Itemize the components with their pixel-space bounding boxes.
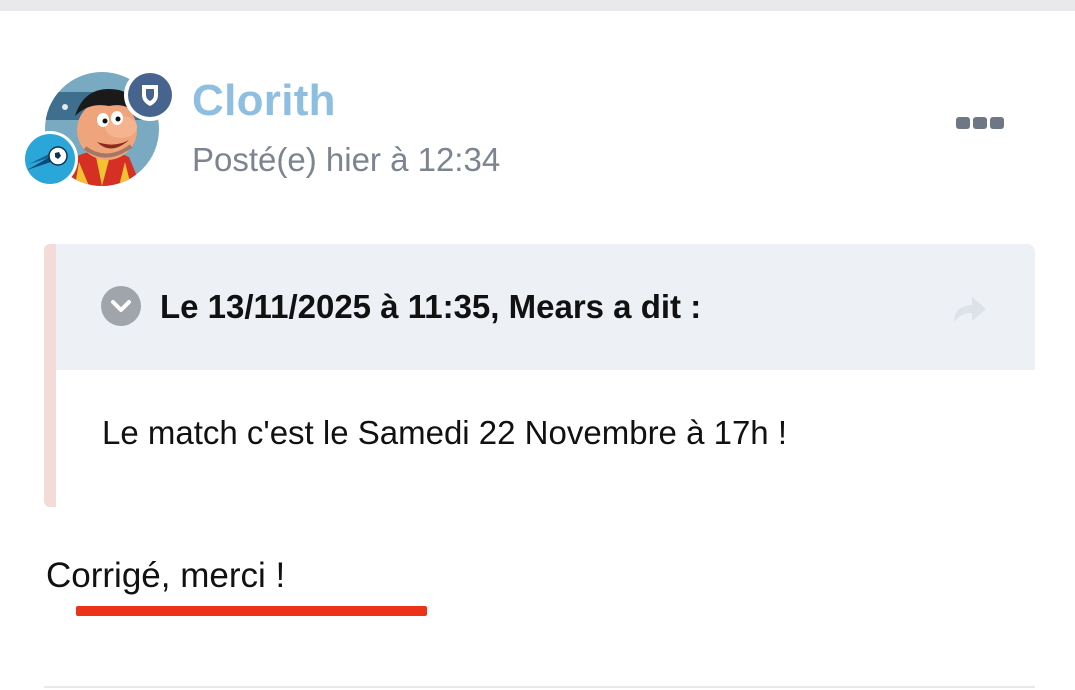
quote-border bbox=[44, 244, 56, 507]
moderator-badge bbox=[124, 69, 176, 121]
shield-icon bbox=[142, 85, 158, 106]
red-underline-annotation bbox=[76, 606, 427, 616]
quote-share-button[interactable] bbox=[948, 290, 990, 326]
quote-header: Le 13/11/2025 à 11:35, Mears a dit : bbox=[56, 244, 1035, 370]
post-divider bbox=[44, 686, 1035, 688]
post-timestamp[interactable]: Posté(e) hier à 12:34 bbox=[192, 141, 500, 179]
chevron-down-icon bbox=[111, 300, 131, 312]
author-username[interactable]: Clorith bbox=[192, 76, 336, 126]
post-reply-text: Corrigé, merci ! bbox=[46, 556, 286, 595]
forum-post: Clorith Posté(e) hier à 12:34 Le 13/11/2… bbox=[0, 11, 1075, 690]
author-avatar-group[interactable] bbox=[22, 69, 182, 199]
ellipsis-icon bbox=[956, 117, 1004, 129]
quote-body-text: Le match c'est le Samedi 22 Novembre à 1… bbox=[102, 414, 787, 451]
top-separator bbox=[0, 0, 1075, 11]
quote-toggle-button[interactable] bbox=[101, 286, 141, 326]
post-menu-button[interactable] bbox=[950, 111, 1010, 135]
football-team-icon bbox=[27, 146, 68, 170]
share-arrow-icon bbox=[954, 297, 986, 322]
quote-attribution[interactable]: Le 13/11/2025 à 11:35, Mears a dit : bbox=[160, 288, 701, 326]
quote-block: Le 13/11/2025 à 11:35, Mears a dit : Le … bbox=[44, 244, 1035, 507]
team-badge bbox=[22, 131, 78, 187]
